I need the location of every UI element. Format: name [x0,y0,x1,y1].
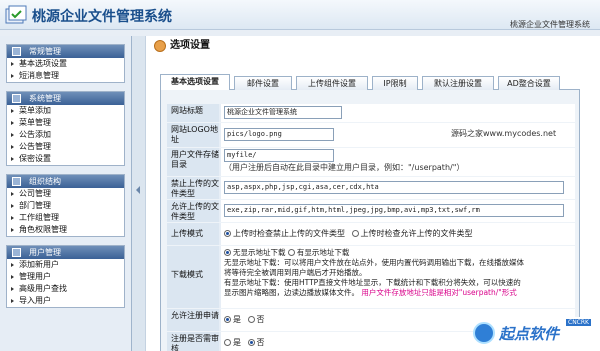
sidebar-group-general: 常规管理 基本选项设置 短消息管理 [6,44,125,83]
sidebar-item-import-users[interactable]: 导入用户 [7,295,124,307]
row-upload-mode: 上传模式 上传时检查禁止上传的文件类型 上传时检查允许上传的文件类型 [167,223,575,245]
sidebar-item-manage-notice[interactable]: 公告管理 [7,141,124,153]
sidebar-item-manage-users[interactable]: 管理用户 [7,271,124,283]
review-no-radio[interactable] [247,339,255,346]
sidebar-group-title: 组织结构 [29,177,61,186]
folder-icon [12,177,21,186]
sidebar-item-messages[interactable]: 短消息管理 [7,70,124,82]
label-need-review: 注册是否需审核 [167,332,219,351]
sidebar-group-header[interactable]: 系统管理 [7,92,124,105]
page-title-text: 选项设置 [170,40,210,51]
register-yes-label: 是 [233,315,241,324]
label-allow-register: 允许注册申请 [167,309,219,331]
main-content: 选项设置 基本选项设置 邮件设置 上传组件设置 IP限制 默认注册设置 AD整合… [146,36,600,351]
row-user-dir: 用户文件存储目录 （用户注册后自动在此目录中建立用户目录，例如："/userpa… [167,148,575,176]
user-dir-input[interactable]: myfile/ [224,149,334,162]
download-desc-2: 将等待完全被调用到用户端后才开始播放。 [224,268,367,277]
download-mode-opt1: 无显示地址下载 [233,248,286,257]
app-logo-icon [5,5,27,24]
download-mode-radio-1[interactable] [224,249,231,256]
label-site-title: 网站标题 [167,104,219,122]
sidebar-group-users: 用户管理 添加新用户 管理用户 高级用户查找 导入用户 [6,245,125,308]
app-title: 桃源企业文件管理系统 [32,9,172,25]
sidebar-item-add-notice[interactable]: 公告添加 [7,129,124,141]
watermark-text: 起点软件 [499,325,560,343]
download-desc-4: 显示图片缩略图，边读边播放媒体文件。 [224,288,359,297]
upload-mode-radio-2[interactable] [351,230,359,237]
tab-upload[interactable]: 上传组件设置 [296,76,368,90]
tab-register[interactable]: 默认注册设置 [422,76,494,90]
label-user-dir: 用户文件存储目录 [167,148,219,176]
watermark-sub: CNCRK [566,319,591,326]
upload-mode-radio-1[interactable] [224,230,231,237]
sidebar-group-title: 常规管理 [29,47,61,56]
row-download-mode: 下载模式 无显示地址下载 有显示地址下载 无显示地址下载：可以将用户文件放在站点… [167,246,575,308]
sidebar-item-basic-options[interactable]: 基本选项设置 [7,58,124,70]
row-logo: 网站LOGO地址 源码之家www.mycodes.net pics/logo.p… [167,123,575,147]
folder-icon [12,248,21,257]
top-bar: 桃源企业文件管理系统 桃源企业文件管理系统 [0,0,600,30]
row-site-title: 网站标题 桃源企业文件管理系统 [167,104,575,122]
review-yes-radio[interactable] [224,339,231,346]
user-dir-note: （用户注册后自动在此目录中建立用户目录，例如："/userpath/"） [224,163,465,172]
forbidden-input[interactable]: asp,aspx,php,jsp,cgi,asa,cer,cdx,hta [224,181,564,194]
label-download-mode: 下载模式 [167,246,219,308]
sidebar-group-title: 用户管理 [29,248,61,257]
label-forbidden: 禁止上传的文件类型 [167,177,219,199]
label-allowed: 允许上传的文件类型 [167,200,219,222]
site-title-input[interactable]: 桃源企业文件管理系统 [224,106,342,119]
sidebar-item-roles[interactable]: 角色权限管理 [7,224,124,236]
tab-ip-limit[interactable]: IP限制 [372,76,418,90]
sidebar-item-add-user[interactable]: 添加新用户 [7,259,124,271]
sidebar-item-add-menu[interactable]: 菜单添加 [7,105,124,117]
settings-panel: 网站标题 桃源企业文件管理系统 网站LOGO地址 源码之家www.mycodes… [160,90,580,351]
sidebar-group-header[interactable]: 组织结构 [7,175,124,188]
brand-label: 桃源企业文件管理系统 [510,20,590,29]
logo-note: 源码之家www.mycodes.net [451,129,557,138]
user-icon [154,40,166,52]
watermark: 起点软件 CNCRK [473,317,600,351]
tab-bar: 基本选项设置 邮件设置 上传组件设置 IP限制 默认注册设置 AD整合设置 [160,74,580,91]
upload-mode-opt2: 上传时检查允许上传的文件类型 [360,229,473,238]
sidebar-item-manage-menu[interactable]: 菜单管理 [7,117,124,129]
row-forbidden: 禁止上传的文件类型 asp,aspx,php,jsp,cgi,asa,cer,c… [167,177,575,199]
sidebar-group-org: 组织结构 公司管理 部门管理 工作组管理 角色权限管理 [6,174,125,237]
sidebar-group-title: 系统管理 [29,94,61,103]
sidebar-item-user-search[interactable]: 高级用户查找 [7,283,124,295]
download-desc-3: 有显示地址下载：使用HTTP直接文件地址显示，下载统计和下载积分将失效，可以快速… [224,278,521,287]
sidebar-toggle[interactable] [132,36,146,351]
register-yes-radio[interactable] [224,316,231,323]
download-desc-1: 无显示地址下载：可以将用户文件放在站点外，使用内置代码调用输出下载，在线播放媒体 [224,258,524,267]
sidebar-item-workgroup[interactable]: 工作组管理 [7,212,124,224]
sidebar-group-header[interactable]: 用户管理 [7,246,124,259]
folder-icon [12,94,21,103]
register-no-label: 否 [256,315,265,324]
watermark-logo-icon [473,322,495,344]
download-mode-opt2: 有显示地址下载 [296,248,350,257]
collapse-arrow-icon [136,186,140,194]
folder-icon [12,47,21,56]
sidebar-group-header[interactable]: 常规管理 [7,45,124,58]
tab-basic-options[interactable]: 基本选项设置 [160,74,230,91]
tab-mail[interactable]: 邮件设置 [234,76,292,90]
allowed-input[interactable]: exe,zip,rar,mid,gif,htm,html,jpeg,jpg,bm… [224,204,564,217]
register-no-radio[interactable] [247,316,255,323]
row-allowed: 允许上传的文件类型 exe,zip,rar,mid,gif,htm,html,j… [167,200,575,222]
review-yes-label: 是 [233,338,241,347]
label-logo: 网站LOGO地址 [167,123,219,147]
sidebar: 常规管理 基本选项设置 短消息管理 系统管理 菜单添加 菜单管理 公告添加 公告… [0,36,132,351]
sidebar-group-system: 系统管理 菜单添加 菜单管理 公告添加 公告管理 保密设置 [6,91,125,166]
download-mode-radio-2[interactable] [287,249,295,256]
sidebar-item-department[interactable]: 部门管理 [7,200,124,212]
download-pink-note: 用户文件存放地址只能是相对"userpath/"形式 [361,288,517,297]
label-upload-mode: 上传模式 [167,223,219,245]
upload-mode-opt1: 上传时检查禁止上传的文件类型 [233,229,345,238]
sidebar-item-security[interactable]: 保密设置 [7,153,124,165]
sidebar-item-company[interactable]: 公司管理 [7,188,124,200]
review-no-label: 否 [256,338,265,347]
tab-ad[interactable]: AD整合设置 [498,76,560,90]
logo-input[interactable]: pics/logo.png [224,128,334,141]
page-title: 选项设置 [154,36,210,56]
